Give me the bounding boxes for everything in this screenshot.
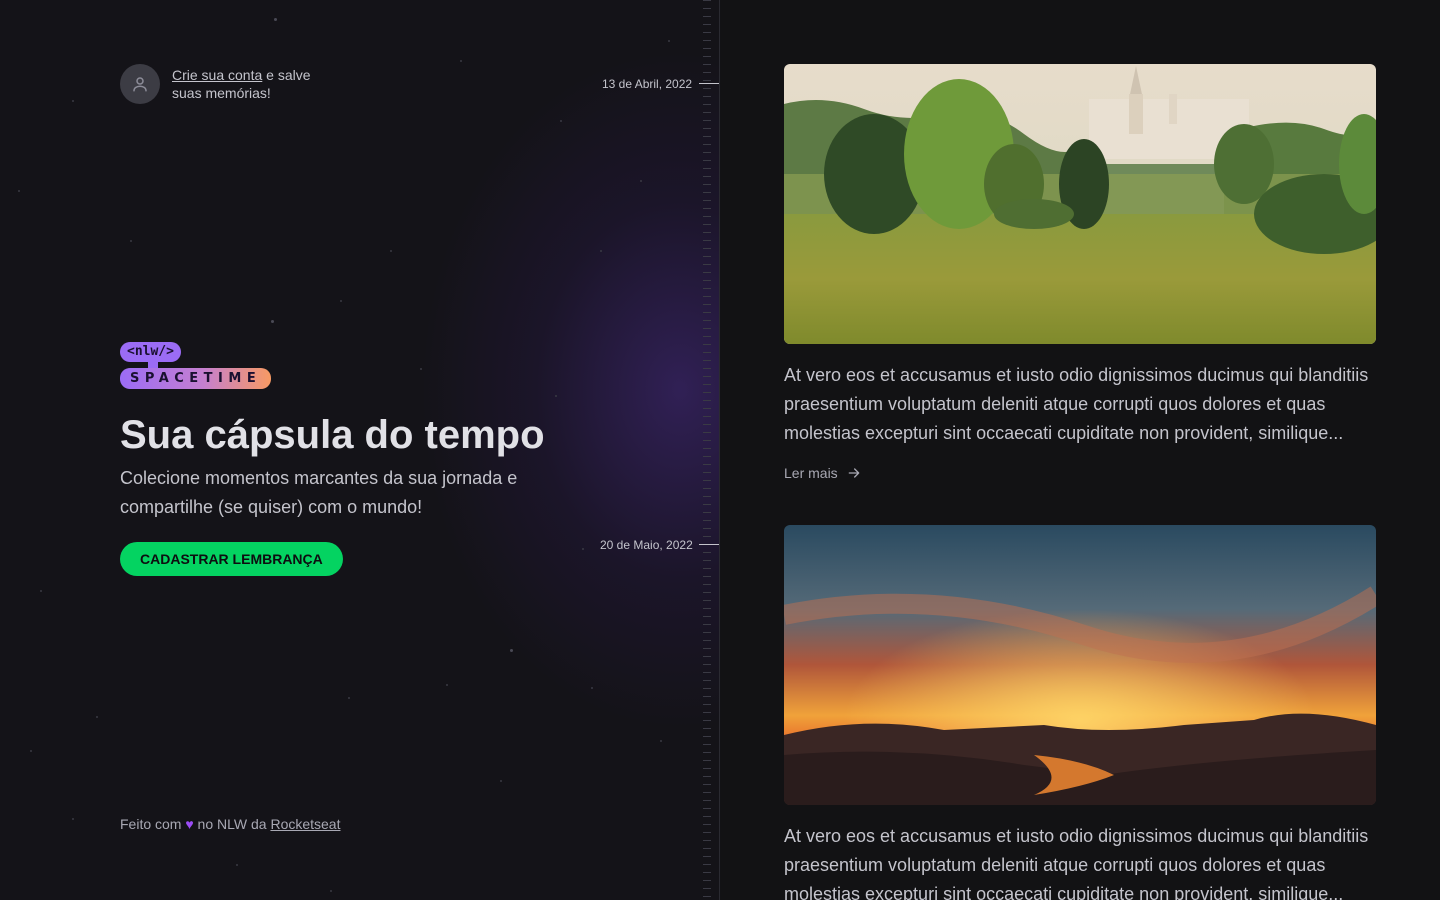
purple-heart-icon: ♥ xyxy=(185,816,194,832)
timeline-tick xyxy=(699,544,719,545)
memory-card: At vero eos et accusamus et iusto odio d… xyxy=(784,64,1376,483)
user-icon xyxy=(133,77,147,92)
nlw-badge: <nlw/> xyxy=(120,342,181,362)
read-more-label: Ler mais xyxy=(784,465,838,481)
footer-credit: Feito com ♥ no NLW da Rocketseat xyxy=(120,816,341,832)
memory-excerpt: At vero eos et accusamus et iusto odio d… xyxy=(784,826,1369,900)
page-title: Sua cápsula do tempo xyxy=(120,413,545,457)
footer-prefix: Feito com xyxy=(120,816,182,832)
timeline-tick xyxy=(699,83,719,84)
rocketseat-link[interactable]: Rocketseat xyxy=(270,816,340,832)
register-memory-button[interactable]: CADASTRAR LEMBRANÇA xyxy=(120,542,343,576)
app-page: Crie sua conta e salve suas memórias! 13… xyxy=(0,0,1440,900)
hero-panel: Crie sua conta e salve suas memórias! 13… xyxy=(0,0,720,900)
memory-image-sunset-valley xyxy=(784,525,1376,805)
memory-date: 13 de Abril, 2022 xyxy=(602,77,693,91)
signin-text: Crie sua conta e salve suas memórias! xyxy=(172,66,322,102)
memory-card: At vero eos et accusamus et iusto odio d… xyxy=(784,525,1376,900)
create-account-link[interactable]: Crie sua conta xyxy=(172,67,262,83)
signin-link[interactable]: Crie sua conta e salve suas memórias! xyxy=(120,64,322,104)
footer-middle: no NLW da xyxy=(193,816,271,832)
page-subtitle: Colecione momentos marcantes da sua jorn… xyxy=(120,468,518,517)
timeline-ruler xyxy=(703,0,711,900)
spacetime-badge: SPACETIME xyxy=(120,368,272,389)
memory-image-abbey-meadow xyxy=(784,64,1376,344)
memory-date: 20 de Maio, 2022 xyxy=(600,538,693,552)
avatar xyxy=(120,64,160,104)
memory-excerpt: At vero eos et accusamus et iusto odio d… xyxy=(784,365,1369,443)
arrow-right-icon xyxy=(848,468,860,478)
nlw-spacetime-logo: <nlw/> SPACETIME xyxy=(120,342,272,389)
memories-feed[interactable]: At vero eos et accusamus et iusto odio d… xyxy=(721,0,1440,900)
read-more-link[interactable]: Ler mais xyxy=(784,465,862,481)
